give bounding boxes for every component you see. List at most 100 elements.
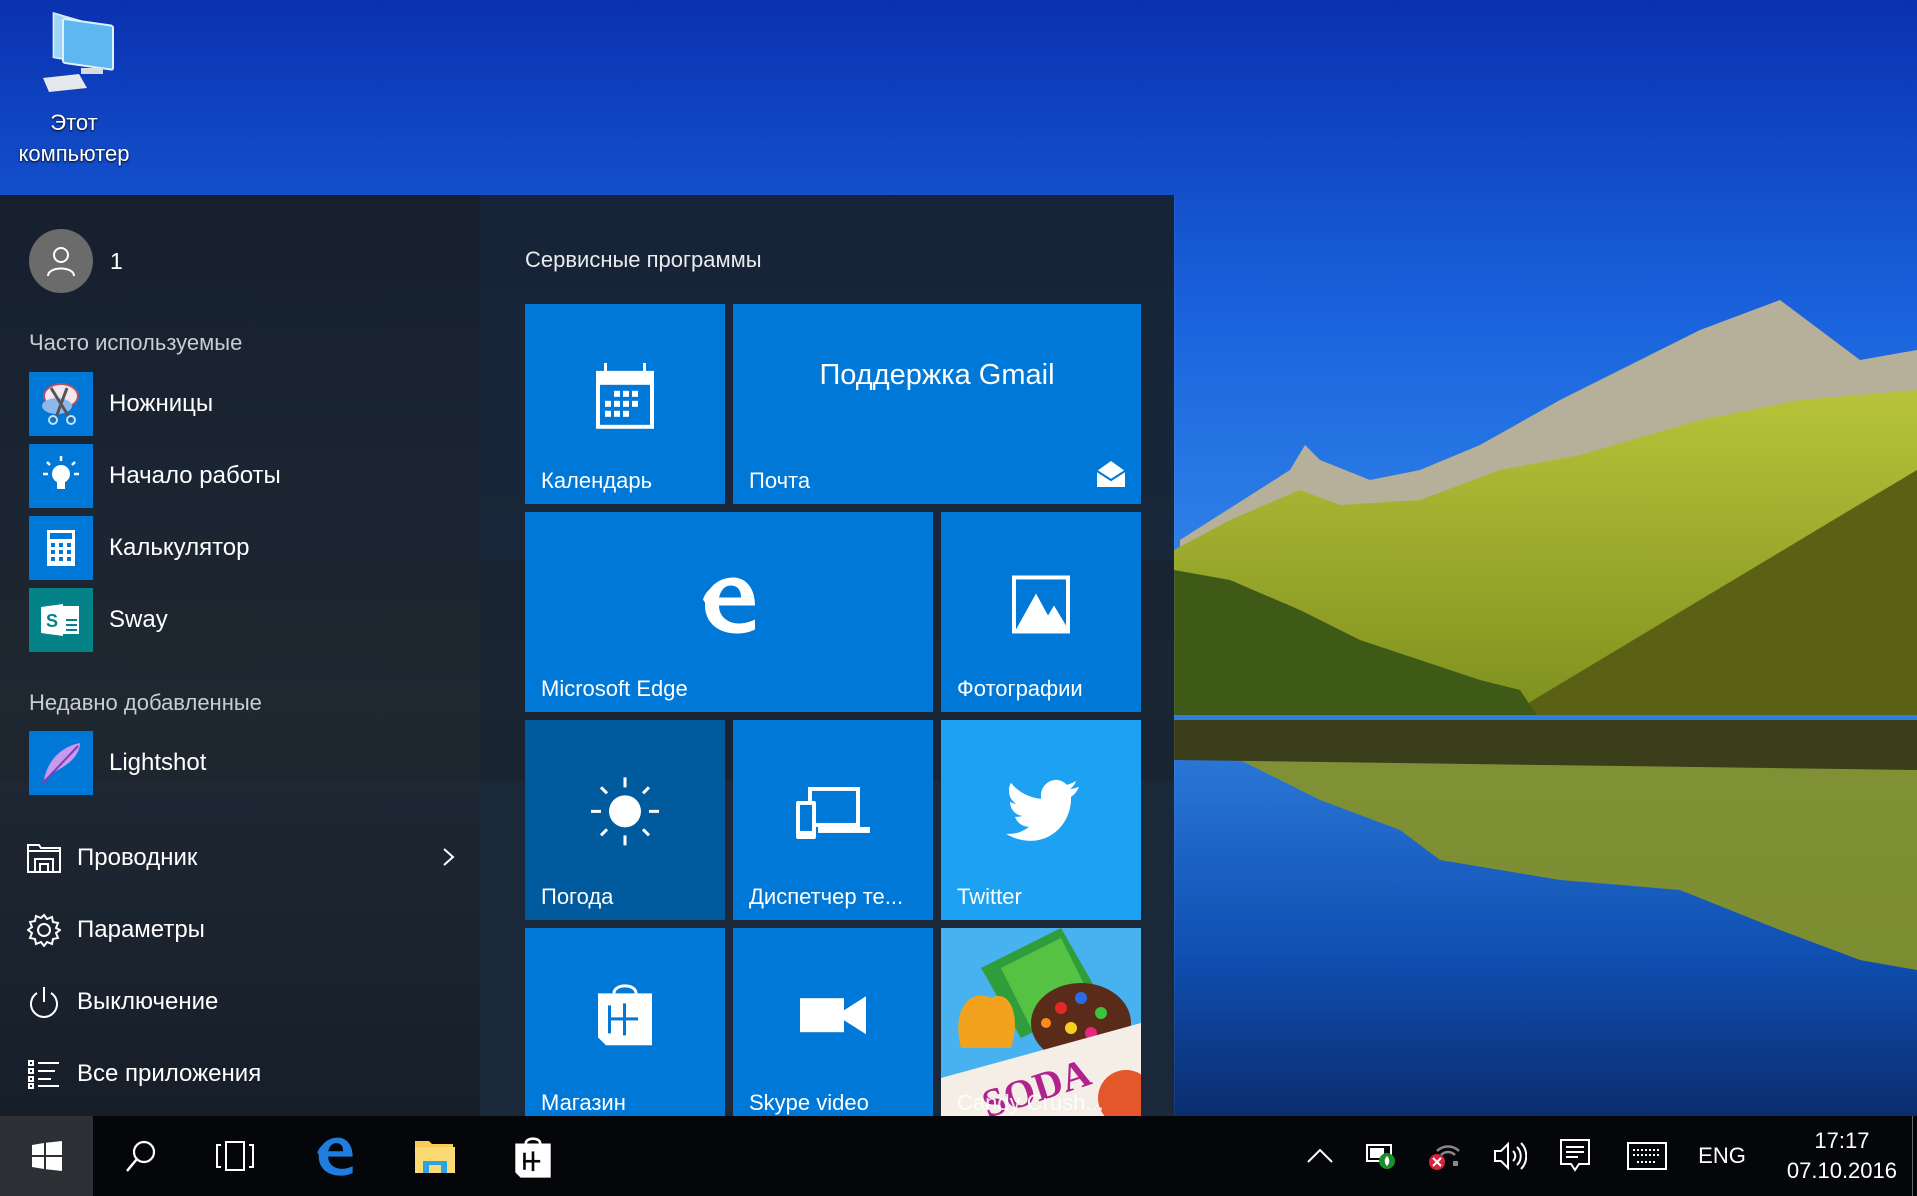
taskbar-store-button[interactable] bbox=[488, 1116, 578, 1196]
clock-date: 07.10.2016 bbox=[1786, 1158, 1897, 1183]
tile-photos[interactable]: Фотографии bbox=[941, 512, 1141, 712]
chevron-right-icon[interactable] bbox=[442, 845, 456, 874]
sys-label: Все приложения bbox=[77, 1060, 262, 1087]
store-bag-icon bbox=[596, 979, 654, 1050]
action-center-icon bbox=[1560, 1139, 1590, 1172]
taskbar: ENG 17:17 07.10.2016 bbox=[0, 1116, 1917, 1196]
folder-icon bbox=[415, 1141, 455, 1173]
taskbar-file-explorer-button[interactable] bbox=[390, 1116, 480, 1196]
calculator-icon bbox=[29, 516, 93, 580]
tile-label: Календарь bbox=[541, 468, 653, 493]
show-desktop-button[interactable] bbox=[1912, 1116, 1917, 1196]
app-label: Sway bbox=[109, 606, 168, 633]
tile-label: Microsoft Edge bbox=[541, 676, 688, 701]
sys-label: Параметры bbox=[77, 916, 205, 943]
tile-store[interactable]: Магазин bbox=[525, 928, 725, 1116]
windows-logo-icon bbox=[31, 1141, 62, 1171]
touch-keyboard-icon bbox=[1627, 1142, 1667, 1170]
app-label: Ножницы bbox=[109, 390, 214, 417]
desktop-icon-this-pc[interactable]: Этот компьютер bbox=[0, 8, 148, 169]
sys-item-file-explorer[interactable]: Проводник bbox=[26, 833, 456, 883]
wifi-disconnected-icon bbox=[1429, 1145, 1460, 1170]
tile-mail[interactable]: Поддержка Gmail Почта bbox=[733, 304, 1141, 504]
language-label: ENG bbox=[1698, 1143, 1746, 1168]
tile-label: Candy Crush... bbox=[957, 1090, 1104, 1115]
app-item-calculator[interactable]: Калькулятор bbox=[29, 516, 250, 580]
tile-label: Погода bbox=[541, 884, 614, 909]
action-center-button[interactable] bbox=[1555, 1116, 1595, 1196]
clock-time: 17:17 bbox=[1814, 1128, 1870, 1153]
tile-group-title: Сервисные программы bbox=[525, 247, 762, 272]
start-button[interactable] bbox=[0, 1116, 93, 1196]
sys-label: Выключение bbox=[77, 988, 219, 1015]
snipping-tool-icon bbox=[29, 372, 93, 436]
task-view-button[interactable] bbox=[190, 1116, 280, 1196]
app-item-snipping-tool[interactable]: Ножницы bbox=[29, 372, 213, 436]
feather-icon bbox=[29, 731, 93, 795]
user-avatar-icon bbox=[29, 229, 93, 293]
start-menu: 1 Часто используемые Ножницы Начало рабо… bbox=[0, 195, 1174, 1116]
store-bag-icon bbox=[515, 1137, 551, 1178]
tile-label: Почта bbox=[749, 468, 811, 493]
volume-icon bbox=[1494, 1141, 1527, 1171]
tile-microsoft-edge[interactable]: Microsoft Edge bbox=[525, 512, 933, 712]
touch-keyboard-button[interactable] bbox=[1622, 1116, 1672, 1196]
task-view-icon bbox=[216, 1141, 254, 1171]
mail-live-text: Поддержка Gmail bbox=[819, 359, 1055, 391]
show-hidden-icons-button[interactable] bbox=[1300, 1116, 1340, 1196]
calendar-icon bbox=[596, 362, 654, 434]
tile-weather[interactable]: Погода bbox=[525, 720, 725, 920]
tile-label: Магазин bbox=[541, 1090, 626, 1115]
app-item-lightshot[interactable]: Lightshot bbox=[29, 731, 206, 795]
app-label: Калькулятор bbox=[109, 534, 250, 561]
photos-icon bbox=[1012, 575, 1070, 638]
sun-icon bbox=[589, 775, 661, 852]
app-item-get-started[interactable]: Начало работы bbox=[29, 444, 281, 508]
user-account-button[interactable]: 1 bbox=[29, 229, 123, 293]
twitter-bird-icon bbox=[1003, 779, 1079, 850]
lightbulb-icon bbox=[29, 444, 93, 508]
tile-twitter[interactable]: Twitter bbox=[941, 720, 1141, 920]
tile-label: Диспетчер те... bbox=[749, 884, 904, 909]
video-camera-icon bbox=[800, 996, 866, 1039]
phone-companion-icon bbox=[796, 786, 870, 844]
sway-icon: S bbox=[29, 588, 93, 652]
network-button[interactable] bbox=[1424, 1116, 1464, 1196]
tile-calendar[interactable]: Календарь bbox=[525, 304, 725, 504]
tile-skype-video[interactable]: Skype video bbox=[733, 928, 933, 1116]
search-button[interactable] bbox=[96, 1116, 186, 1196]
all-apps-list-icon bbox=[26, 1056, 62, 1092]
sys-item-settings[interactable]: Параметры bbox=[26, 905, 456, 955]
candy-crush-soda-icon: SODA bbox=[941, 928, 1141, 1116]
edge-icon bbox=[317, 1137, 353, 1176]
file-explorer-icon bbox=[26, 840, 62, 876]
app-label: Lightshot bbox=[109, 749, 207, 776]
recently-added-heading: Недавно добавленные bbox=[29, 690, 262, 715]
clock[interactable]: 17:17 07.10.2016 bbox=[1787, 1126, 1897, 1186]
battery-button[interactable] bbox=[1362, 1116, 1402, 1196]
taskbar-edge-button[interactable] bbox=[290, 1116, 380, 1196]
svg-text:S: S bbox=[46, 611, 58, 631]
this-pc-icon bbox=[43, 11, 114, 92]
tile-label: Skype video bbox=[749, 1090, 869, 1115]
chevron-up-icon bbox=[1307, 1148, 1333, 1163]
sys-item-power[interactable]: Выключение bbox=[26, 977, 456, 1027]
desktop-icon-label: Этот компьютер bbox=[18, 110, 130, 166]
volume-button[interactable] bbox=[1490, 1116, 1530, 1196]
user-name: 1 bbox=[110, 247, 123, 274]
tile-phone-companion[interactable]: Диспетчер те... bbox=[733, 720, 933, 920]
language-indicator[interactable]: ENG bbox=[1692, 1116, 1752, 1196]
mail-icon bbox=[1096, 461, 1126, 492]
search-icon bbox=[126, 1140, 156, 1172]
edge-icon bbox=[701, 575, 757, 638]
tile-candy-crush[interactable]: SODA Candy Crush... bbox=[941, 928, 1141, 1116]
app-item-sway[interactable]: S Sway bbox=[29, 588, 168, 652]
sys-item-all-apps[interactable]: Все приложения bbox=[26, 1049, 456, 1099]
sys-label: Проводник bbox=[77, 844, 198, 871]
tile-label: Фотографии bbox=[957, 676, 1083, 701]
app-label: Начало работы bbox=[109, 462, 281, 489]
battery-power-icon bbox=[1366, 1144, 1395, 1169]
most-used-heading: Часто используемые bbox=[29, 330, 243, 355]
power-icon bbox=[26, 984, 62, 1020]
tile-label: Twitter bbox=[957, 884, 1022, 909]
